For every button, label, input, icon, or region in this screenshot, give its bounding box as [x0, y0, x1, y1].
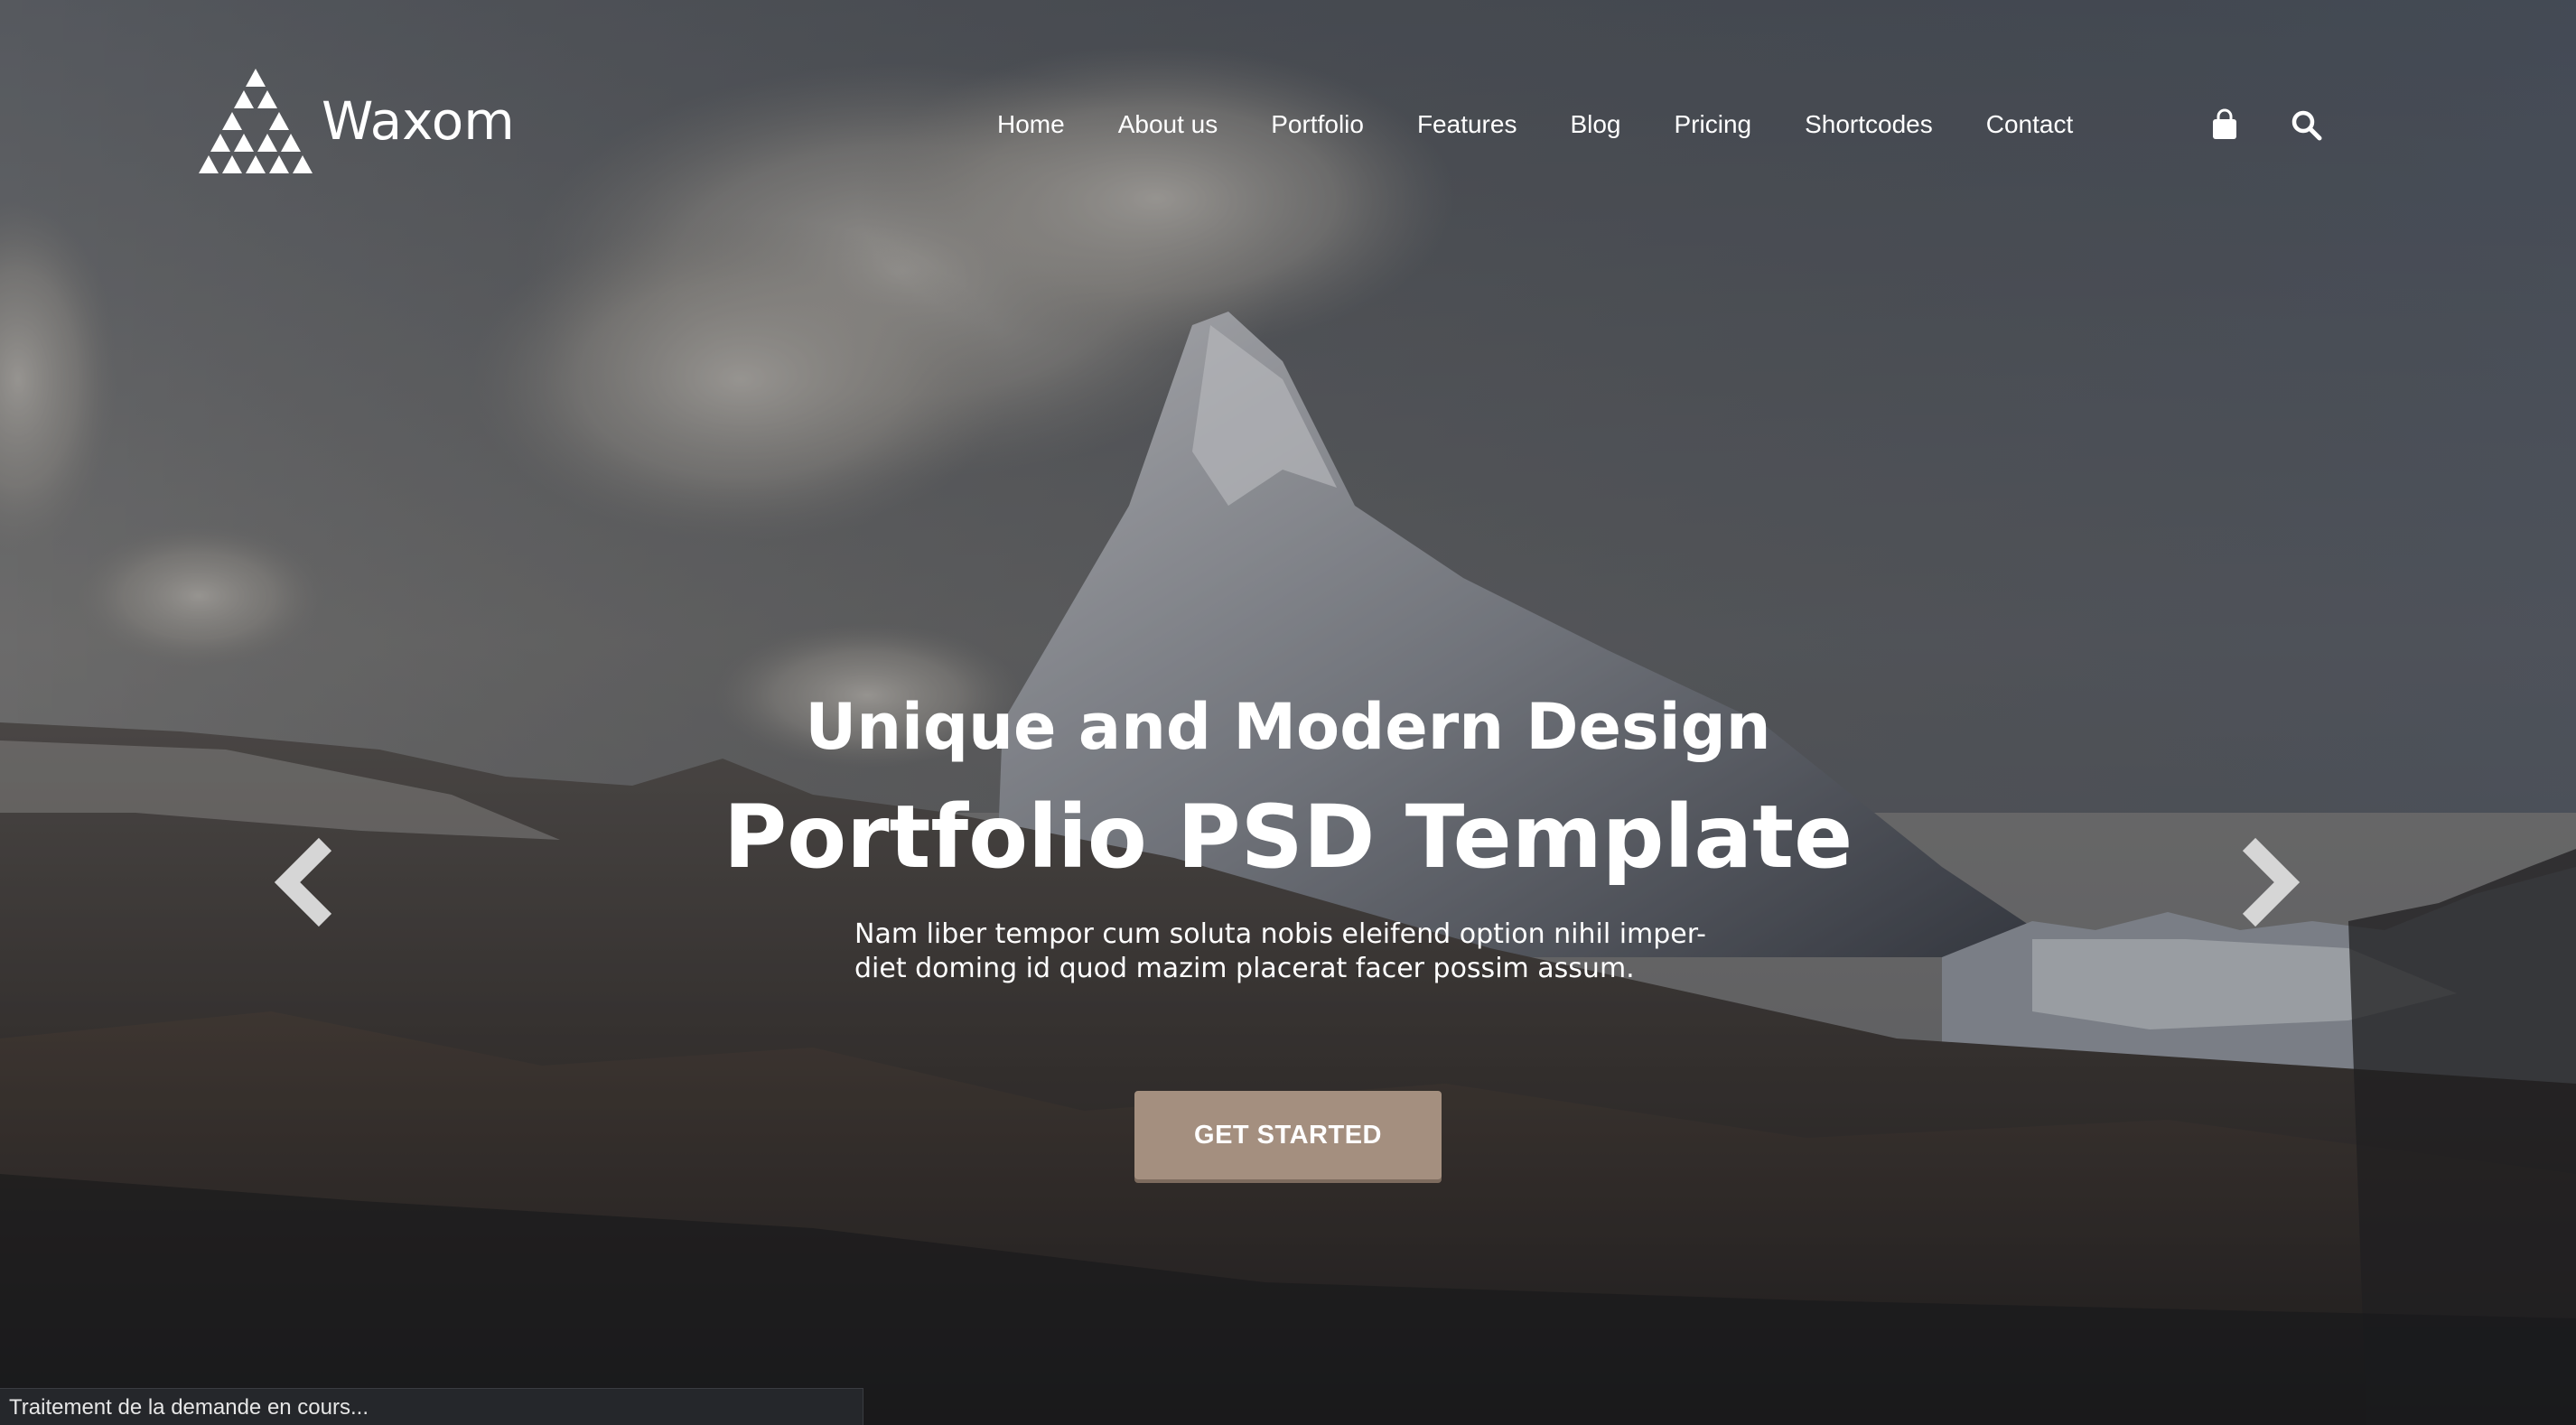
- nav-item-home[interactable]: Home: [997, 107, 1065, 143]
- triangle-logo-icon: [199, 69, 313, 173]
- get-started-button[interactable]: GET STARTED: [1134, 1091, 1442, 1179]
- hero-subtitle: Unique and Modern Design: [805, 690, 1771, 764]
- hero-slider: Waxom Home About us Portfolio Features B…: [0, 0, 2576, 1425]
- site-logo[interactable]: Waxom: [199, 69, 515, 173]
- nav-item-about-us[interactable]: About us: [1118, 107, 1218, 143]
- hero-content: Unique and Modern Design Portfolio PSD T…: [0, 686, 2576, 986]
- browser-status-bar: Traitement de la demande en cours...: [0, 1388, 863, 1425]
- site-name: Waxom: [322, 90, 515, 152]
- hero-title: Portfolio PSD Template: [723, 787, 1853, 888]
- nav-item-features[interactable]: Features: [1417, 107, 1517, 143]
- hero-description-line: Nam liber tempor cum soluta nobis eleife…: [854, 918, 1706, 950]
- nav-item-contact[interactable]: Contact: [1986, 107, 2074, 143]
- search-icon[interactable]: [2290, 108, 2322, 141]
- nav-item-blog[interactable]: Blog: [1570, 107, 1620, 143]
- hero-description-line: diet doming id quod mazim placerat facer…: [854, 953, 1635, 984]
- nav-item-pricing[interactable]: Pricing: [1675, 107, 1752, 143]
- main-navigation: Home About us Portfolio Features Blog Pr…: [997, 107, 2073, 143]
- nav-item-shortcodes[interactable]: Shortcodes: [1805, 107, 1933, 143]
- hero-description: Nam liber tempor cum soluta nobis eleife…: [854, 917, 1722, 986]
- shopping-bag-icon[interactable]: [2208, 108, 2241, 141]
- nav-item-portfolio[interactable]: Portfolio: [1271, 107, 1364, 143]
